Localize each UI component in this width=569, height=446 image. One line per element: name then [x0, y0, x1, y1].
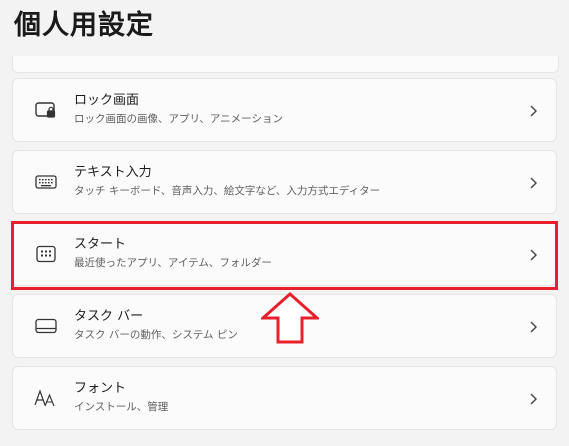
chevron-right-icon	[530, 321, 537, 333]
chevron-right-icon	[530, 105, 537, 117]
settings-item-fonts[interactable]: フォント インストール、管理	[12, 366, 557, 430]
taskbar-icon	[33, 313, 59, 339]
settings-item-title: ロック画面	[74, 93, 140, 108]
settings-item-title: フォント	[74, 381, 127, 396]
settings-item-start[interactable]: スタート 最近使ったアプリ、アイテム、フォルダー	[12, 222, 557, 286]
chevron-right-icon	[530, 249, 537, 261]
font-icon	[33, 385, 59, 411]
settings-item-lock-screen[interactable]: ロック画面 ロック画面の画像、アプリ、アニメーション	[12, 78, 557, 142]
start-icon	[33, 241, 59, 267]
settings-item-title: テキスト入力	[74, 165, 152, 180]
settings-item-subtitle: インストール、管理	[74, 401, 169, 413]
chevron-right-icon	[530, 177, 537, 189]
settings-item-text-input[interactable]: テキスト入力 タッチ キーボード、音声入力、絵文字など、入力方式エディター	[12, 150, 557, 214]
previous-settings-card	[12, 56, 559, 73]
page-title: 個人用設定	[14, 10, 154, 41]
keyboard-icon	[33, 169, 59, 195]
settings-item-subtitle: 最近使ったアプリ、アイテム、フォルダー	[74, 257, 272, 269]
lock-screen-icon	[33, 97, 59, 123]
settings-item-subtitle: タッチ キーボード、音声入力、絵文字など、入力方式エディター	[74, 185, 381, 197]
arrow-up-icon	[261, 292, 319, 344]
settings-item-title: スタート	[74, 237, 127, 252]
settings-item-subtitle: ロック画面の画像、アプリ、アニメーション	[74, 113, 283, 125]
chevron-right-icon	[530, 393, 537, 405]
